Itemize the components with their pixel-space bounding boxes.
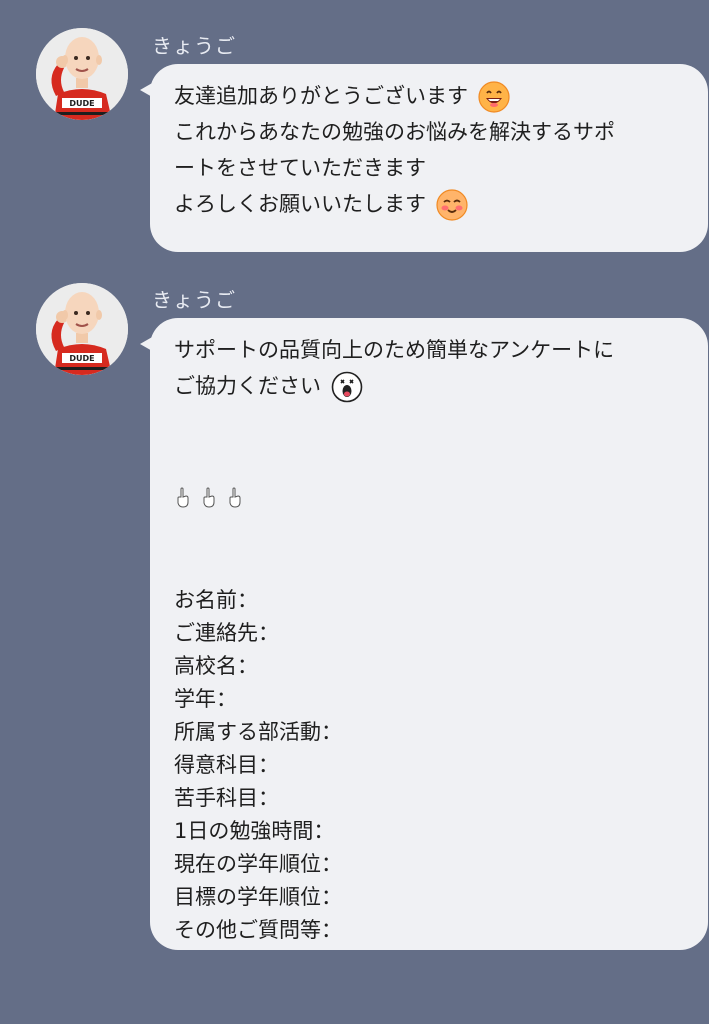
form-line: ご連絡先： [174,621,279,645]
surprised-face-sticker-icon [331,371,363,403]
form-line: 1日の勉強時間： [174,819,335,843]
message-bubble[interactable]: 友達追加ありがとうございます これからあなたの勉強のお悩みを解決するサポ ートを… [140,64,708,252]
avatar[interactable]: DUDE [36,28,128,120]
pointing-down-hand-icon [174,484,192,508]
grinning-face-icon [478,81,510,113]
form-line: 現在の学年順位： [174,852,342,876]
form-line: 高校名： [174,654,258,678]
form-line: その他ご質問等： [174,918,342,942]
pointing-down-hand-icon [200,484,218,508]
message-line: よろしくお願いいたします [174,186,688,222]
form-line: お名前： [174,588,258,612]
svg-text:DUDE: DUDE [69,354,94,363]
form-line: 得意科目： [174,753,279,777]
pointing-down-hand-icon [226,484,244,508]
form-line: 苦手科目： [174,786,279,810]
sender-name: きょうご [152,34,236,58]
smiling-blush-face-icon [436,189,468,221]
form-line: 学年： [174,687,237,711]
message-bubble[interactable]: サポートの品質向上のため簡単なアンケートに ご協力ください お名前： ご連絡先：… [140,318,708,950]
message-line: ご協力ください [174,368,688,404]
message-line: 友達追加ありがとうございます [174,78,688,114]
avatar[interactable]: DUDE [36,283,128,375]
pointing-hands [174,476,688,512]
message-line: ートをさせていただきます [174,156,426,180]
form-line: 目標の学年順位： [174,885,342,909]
sender-name: きょうご [152,288,236,312]
svg-text:DUDE: DUDE [69,99,94,108]
message-line: サポートの品質向上のため簡単なアンケートに [174,338,615,362]
form-line: 所属する部活動： [174,720,342,744]
message-line: これからあなたの勉強のお悩みを解決するサポ [174,120,615,144]
